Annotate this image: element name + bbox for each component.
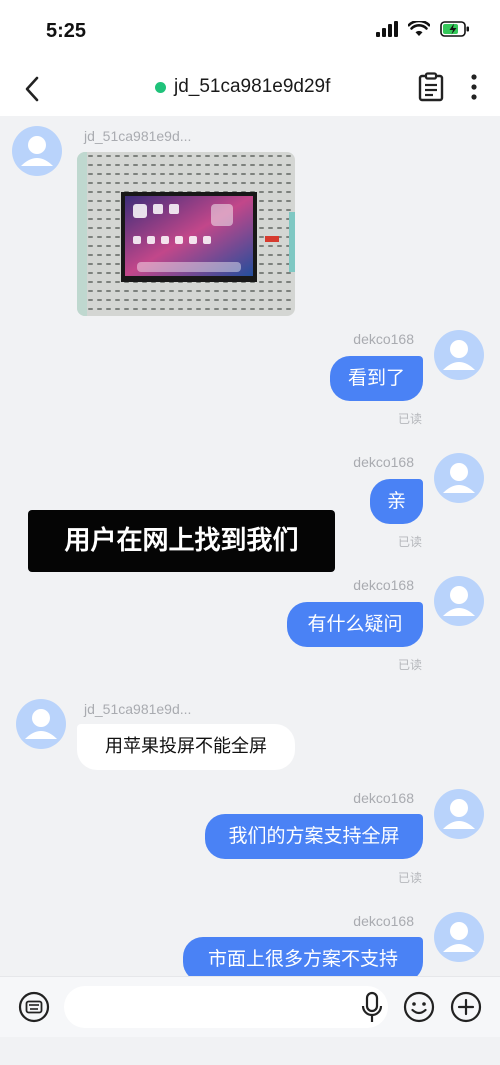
- user-avatar-icon[interactable]: [16, 699, 66, 749]
- user-avatar-icon[interactable]: [434, 330, 484, 380]
- status-icons: [376, 21, 470, 37]
- cellular-signal-icon: [376, 21, 398, 37]
- keyboard-icon[interactable]: [18, 991, 50, 1023]
- user-avatar-icon[interactable]: [12, 126, 62, 176]
- plus-icon[interactable]: [450, 991, 482, 1023]
- sender-name: jd_51ca981e9d...: [84, 701, 192, 717]
- message-bubble-outgoing[interactable]: 亲: [370, 479, 423, 524]
- sender-name: dekco168: [353, 331, 414, 347]
- video-caption-overlay: 用户在网上找到我们: [28, 510, 335, 572]
- sender-name: jd_51ca981e9d...: [84, 128, 192, 144]
- status-bar: 5:25: [0, 0, 500, 62]
- orders-clipboard-icon[interactable]: [418, 72, 444, 102]
- read-receipt: 已读: [397, 412, 422, 426]
- back-arrow-icon: [25, 76, 39, 102]
- online-status-dot: [155, 81, 166, 93]
- read-receipt: 已读: [397, 658, 422, 672]
- sender-name: dekco168: [353, 790, 414, 806]
- header-actions: [418, 72, 478, 102]
- chat-header: jd_51ca981e9d29f: [0, 62, 500, 116]
- chat-title: jd_51ca981e9d29f: [155, 76, 330, 98]
- read-receipt: 已读: [397, 871, 422, 885]
- message-bubble-incoming[interactable]: 用苹果投屏不能全屏: [77, 724, 295, 770]
- emoji-icon[interactable]: [403, 991, 435, 1023]
- wifi-icon: [408, 21, 430, 36]
- microphone-icon[interactable]: [358, 991, 386, 1025]
- sender-name: dekco168: [353, 577, 414, 593]
- message-input[interactable]: [80, 995, 354, 1023]
- user-avatar-icon[interactable]: [434, 453, 484, 503]
- sender-name: dekco168: [353, 913, 414, 929]
- sender-name: dekco168: [353, 454, 414, 470]
- user-avatar-icon[interactable]: [434, 576, 484, 626]
- image-message[interactable]: [77, 152, 295, 316]
- status-time: 5:25: [46, 20, 87, 42]
- message-bubble-outgoing[interactable]: 市面上很多方案不支持: [183, 937, 423, 976]
- more-icon[interactable]: [470, 72, 478, 102]
- user-avatar-icon[interactable]: [434, 912, 484, 962]
- read-receipt: 已读: [397, 535, 422, 549]
- home-indicator-area: [0, 1037, 500, 1065]
- back-button[interactable]: [18, 74, 48, 104]
- message-bubble-outgoing[interactable]: 看到了: [330, 356, 423, 401]
- message-input-bar: [0, 976, 500, 1037]
- user-avatar-icon[interactable]: [434, 789, 484, 839]
- message-bubble-outgoing[interactable]: 我们的方案支持全屏: [205, 814, 423, 859]
- chat-title-text: jd_51ca981e9d29f: [174, 76, 331, 97]
- message-bubble-outgoing[interactable]: 有什么疑问: [287, 602, 423, 647]
- battery-charging-icon: [440, 21, 469, 37]
